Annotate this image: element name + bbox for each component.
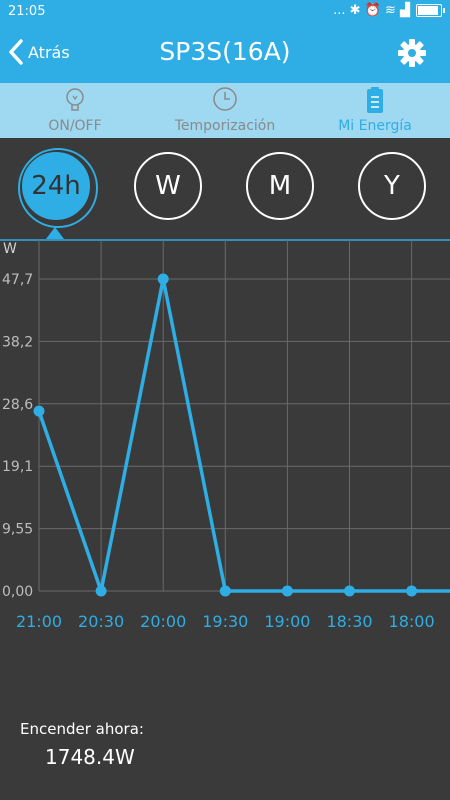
y-tick-label: 19,1 <box>2 459 33 475</box>
battery-level <box>418 6 439 15</box>
x-tick-label: 18:30 <box>326 612 372 631</box>
data-point <box>406 585 418 597</box>
x-tick-label: 19:30 <box>202 612 248 631</box>
page-title: SP3S(16A) <box>159 37 291 66</box>
chart-y-ticks: 0,00 9,55 19,1 28,6 38,2 47,7 <box>2 272 33 600</box>
x-tick-label: 20:00 <box>140 612 186 631</box>
chart-grid <box>38 240 450 592</box>
tab-mi-energia[interactable]: Mi Energía <box>300 83 450 138</box>
tab-temporizacion-label: Temporización <box>174 118 276 134</box>
y-tick-label: 47,7 <box>2 272 33 288</box>
status-time: 21:05 <box>8 4 46 19</box>
chart-ylabel: W <box>3 241 17 257</box>
data-point <box>344 585 355 597</box>
tab-bar: ON/OFF Temporización Mi Energía <box>0 83 450 138</box>
period-selector: 24h W M Y <box>0 140 450 240</box>
data-point <box>33 405 45 417</box>
y-tick-label: 9,55 <box>2 522 33 538</box>
energy-chart: W 0,00 9,55 19,1 28,6 38,2 47,7 21:00 20:30 20:… <box>0 239 450 631</box>
x-tick-label: 20:30 <box>78 612 124 631</box>
x-tick-label: 21:00 <box>16 612 62 631</box>
tab-on-off-label: ON/OFF <box>48 118 102 134</box>
chart-x-ticks: 21:00 20:30 20:00 19:30 19:00 18:30 18:00 <box>16 612 435 631</box>
clock-icon <box>213 87 237 111</box>
power-now-value: 1748.4W <box>45 745 135 769</box>
tab-mi-energia-label: Mi Energía <box>338 118 412 134</box>
status-indicators: ... ✱ ⏰ ≋ ▟ <box>333 3 410 18</box>
period-week-button[interactable]: W <box>134 152 202 220</box>
tab-on-off[interactable]: ON/OFF <box>0 83 150 138</box>
lightbulb-icon <box>66 88 84 111</box>
x-tick-label: 19:00 <box>264 612 310 631</box>
status-bar: 21:05 ... ✱ ⏰ ≋ ▟ <box>0 0 450 25</box>
data-point <box>95 585 107 597</box>
tab-temporizacion[interactable]: Temporización <box>150 83 300 138</box>
clipboard-icon <box>367 87 383 113</box>
chart-series <box>33 273 450 597</box>
period-year-button[interactable]: Y <box>358 152 426 220</box>
gear-icon[interactable] <box>398 39 426 67</box>
power-now-label: Encender ahora: <box>20 720 144 738</box>
y-tick-label: 38,2 <box>2 334 33 350</box>
data-point <box>281 585 293 597</box>
status-icons: ... ✱ ⏰ ≋ ▟ <box>333 3 445 18</box>
app-bar: Atrás SP3S(16A) <box>0 25 450 83</box>
period-24h-button[interactable]: 24h <box>18 148 98 228</box>
battery-icon <box>416 4 445 17</box>
period-month-button[interactable]: M <box>246 152 314 220</box>
y-tick-label: 28,6 <box>2 397 33 413</box>
data-point <box>219 585 231 597</box>
data-point <box>157 273 169 285</box>
x-tick-label: 18:00 <box>389 612 435 631</box>
y-tick-label: 0,00 <box>2 584 33 600</box>
